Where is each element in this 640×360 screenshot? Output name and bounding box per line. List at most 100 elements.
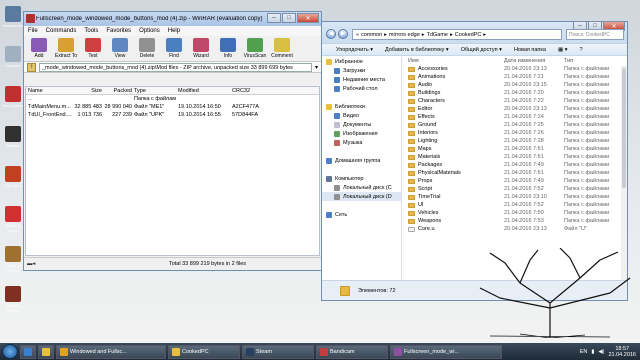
desktop-icon[interactable]: Far Cry 4	[2, 166, 24, 188]
toolbar-button-virusscan[interactable]: VirusScan	[243, 38, 267, 59]
nav-item[interactable]: Недавние места	[322, 75, 401, 84]
taskbar-item[interactable]: CookedPC	[168, 344, 240, 359]
close-button[interactable]: ✕	[297, 13, 319, 23]
desktop-icon[interactable]: Mirror's Edge	[2, 206, 24, 233]
nav-item[interactable]: Избранное	[322, 57, 401, 66]
breadcrumb-item[interactable]: common	[361, 32, 382, 38]
file-row[interactable]: Core.u 20.04.2016 23:13 Файл "U"	[404, 225, 626, 233]
path-dropdown-icon[interactable]: ▾	[315, 64, 318, 71]
file-row[interactable]: Lighting 21.04.2016 7:28 Папка с файлами	[404, 137, 626, 145]
command-button[interactable]: Упорядочить ▾	[336, 47, 373, 53]
desktop-icon[interactable]: Корзина	[2, 46, 24, 68]
file-row[interactable]: UI 21.04.2016 7:52 Папка с файлами	[404, 201, 626, 209]
scrollbar-thumb[interactable]	[622, 68, 626, 188]
file-row[interactable]: Packages 21.04.2016 7:49 Папка с файлами	[404, 161, 626, 169]
nav-item[interactable]: Библиотеки	[322, 102, 401, 111]
file-row[interactable]: Props 21.04.2016 7:49 Папка с файлами	[404, 177, 626, 185]
file-row[interactable]: Maps 21.04.2016 7:51 Папка с файлами	[404, 145, 626, 153]
file-row[interactable]: .. Папка с файлами	[26, 95, 319, 103]
winrar-titlebar[interactable]: Fullscreen_mode_windowed_mode_buttons_mo…	[24, 12, 321, 26]
file-row[interactable]: Ground 21.04.2016 7:25 Папка с файлами	[404, 121, 626, 129]
desktop-icon[interactable]: Batman	[2, 126, 24, 148]
column-header-crc32[interactable]: CRC32	[230, 88, 268, 94]
file-row[interactable]: Materials 21.04.2016 7:51 Папка с файлами	[404, 153, 626, 161]
file-row[interactable]: Characters 21.04.2016 7:22 Папка с файлами	[404, 97, 626, 105]
column-header-packed[interactable]: Packed	[102, 88, 132, 94]
column-header[interactable]: Тип	[564, 58, 608, 64]
file-row[interactable]: TdUI_FrontEnd.... 1 013 736 227 239 Файл "U…	[26, 111, 319, 119]
file-row[interactable]: TdMainMenu.m... 32 885 483 28 990 040 Файл …	[26, 103, 319, 111]
toolbar-button-test[interactable]: Test	[81, 38, 105, 59]
nav-item[interactable]: Сеть	[322, 210, 401, 219]
desktop-icon[interactable]: ebx-Games	[2, 86, 24, 108]
archive-path[interactable]: _mode_windowed_mode_buttons_mod (4).zip\…	[39, 62, 312, 72]
toolbar-button-view[interactable]: View	[108, 38, 132, 59]
desktop-icon[interactable]: Dante's Inferno	[2, 286, 24, 313]
menu-item-help[interactable]: Help	[168, 28, 180, 34]
folder-up-icon[interactable]: ↑	[27, 62, 36, 72]
toolbar-button-extract-to[interactable]: Extract To	[54, 38, 78, 59]
nav-item[interactable]: Загрузки	[322, 66, 401, 75]
nav-item[interactable]: Локальный диск (C	[322, 183, 401, 192]
file-row[interactable]: Buildings 21.04.2016 7:20 Папка с файлами	[404, 89, 626, 97]
nav-item[interactable]: Документы	[322, 120, 401, 129]
menu-item-tools[interactable]: Tools	[84, 28, 98, 34]
back-button[interactable]: ◀	[326, 29, 336, 39]
file-row[interactable]: Editor 20.04.2016 23:13 Папка с файлами	[404, 105, 626, 113]
taskbar-item[interactable]: Steam	[242, 344, 314, 359]
desktop-icon[interactable]: Prince of Persia	[2, 246, 24, 273]
nav-item[interactable]: Компьютер	[322, 174, 401, 183]
toolbar-button-add[interactable]: Add	[27, 38, 51, 59]
menu-item-file[interactable]: File	[28, 28, 38, 34]
toolbar-button-wizard[interactable]: Wizard	[189, 38, 213, 59]
breadcrumb-item[interactable]: TdGame	[427, 32, 448, 38]
taskbar-item[interactable]: Windowed and Fullsc...	[56, 344, 166, 359]
column-header[interactable]: Имя	[404, 58, 504, 64]
file-row[interactable]: Audio 20.04.2016 23:15 Папка с файлами	[404, 81, 626, 89]
nav-item[interactable]: Локальный диск (D	[322, 192, 401, 201]
help-icon[interactable]: ?	[580, 47, 583, 53]
menu-item-options[interactable]: Options	[139, 28, 160, 34]
nav-item[interactable]: Видео	[322, 111, 401, 120]
breadcrumb-root-icon[interactable]: «	[356, 32, 359, 38]
file-row[interactable]: Interiors 21.04.2016 7:26 Папка с файлами	[404, 129, 626, 137]
command-button[interactable]: Добавить в библиотеку ▾	[385, 47, 449, 53]
file-row[interactable]: Animations 21.04.2016 7:21 Папка с файлами	[404, 73, 626, 81]
file-row[interactable]: Script 21.04.2016 7:52 Папка с файлами	[404, 185, 626, 193]
command-button[interactable]: Общий доступ ▾	[461, 47, 502, 53]
minimize-button[interactable]: –	[267, 13, 281, 23]
nav-item[interactable]: Музыка	[322, 138, 401, 147]
language-indicator[interactable]: EN	[580, 349, 588, 355]
toolbar-button-find[interactable]: Find	[162, 38, 186, 59]
breadcrumb-item[interactable]: mirrors edge	[389, 32, 420, 38]
toolbar-button-comment[interactable]: Comment	[270, 38, 294, 59]
file-row[interactable]: Weapons 21.04.2016 7:53 Папка с файлами	[404, 217, 626, 225]
file-row[interactable]: Accessories 20.04.2016 23:13 Папка с файла…	[404, 65, 626, 73]
menu-item-commands[interactable]: Commands	[46, 28, 77, 34]
file-row[interactable]: Vehicles 21.04.2016 7:50 Папка с файлами	[404, 209, 626, 217]
volume-icon[interactable]: ◀)	[598, 349, 604, 355]
maximize-button[interactable]: □	[282, 13, 296, 23]
column-header-size[interactable]: Size	[72, 88, 102, 94]
address-bar[interactable]: «common ▸ mirrors edge ▸ TdGame ▸ CookedPC ▸	[352, 29, 562, 40]
taskbar-item[interactable]: Bandicam	[316, 344, 388, 359]
column-header-name[interactable]: Name	[26, 88, 72, 94]
column-header-modified[interactable]: Modified	[176, 88, 230, 94]
menu-item-favorites[interactable]: Favorites	[106, 28, 131, 34]
network-icon[interactable]: ▮	[591, 349, 594, 355]
taskbar-item[interactable]: Fullscreen_mode_wi...	[390, 344, 502, 359]
forward-button[interactable]: ▶	[338, 29, 348, 39]
column-header[interactable]: Дата изменения	[504, 58, 564, 64]
nav-item[interactable]: Изображения	[322, 129, 401, 138]
start-button[interactable]	[2, 344, 18, 359]
search-input[interactable]: Поиск: CookedPC	[566, 29, 624, 40]
taskbar-explorer-icon[interactable]	[38, 344, 54, 359]
column-header-type[interactable]: Type	[132, 88, 176, 94]
nav-item[interactable]: Рабочий стол	[322, 84, 401, 93]
file-row[interactable]: PhysicalMaterials 21.04.2016 7:51 Папка с …	[404, 169, 626, 177]
file-row[interactable]: Effects 21.04.2016 7:24 Папка с файлами	[404, 113, 626, 121]
toolbar-button-delete[interactable]: Delete	[135, 38, 159, 59]
breadcrumb-item[interactable]: CookedPC	[455, 32, 482, 38]
clock[interactable]: 18:57 21.04.2016	[608, 346, 636, 358]
taskbar-ie-icon[interactable]	[20, 344, 36, 359]
